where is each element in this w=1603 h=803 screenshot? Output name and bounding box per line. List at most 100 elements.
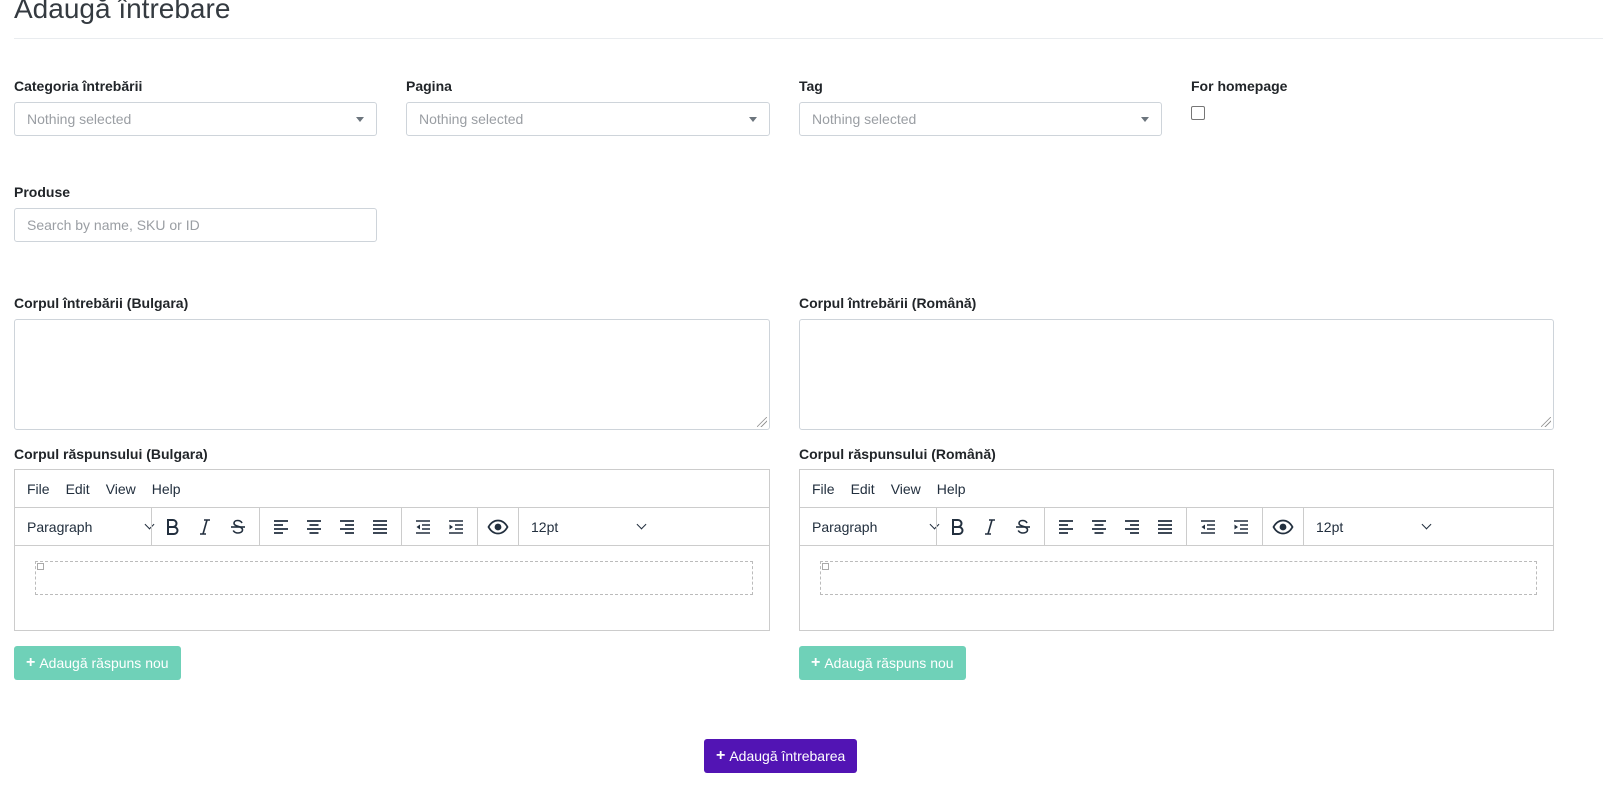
- chevron-down-icon: [929, 519, 940, 530]
- anchor-icon: [822, 563, 829, 570]
- tag-label: Tag: [799, 78, 823, 94]
- eye-icon: [487, 519, 509, 534]
- font-size-select[interactable]: 12pt: [1316, 508, 1432, 545]
- block-format-select[interactable]: Paragraph: [812, 508, 940, 545]
- editor-menubar: File Edit View Help: [800, 470, 1553, 508]
- align-justify-icon: [373, 519, 387, 534]
- bold-button[interactable]: [947, 508, 967, 545]
- editor-placeholder-block: [820, 561, 1537, 595]
- editor-toolbar: Paragraph 12pt: [15, 508, 769, 546]
- strikethrough-button[interactable]: [228, 508, 248, 545]
- menu-view[interactable]: View: [98, 481, 144, 497]
- align-left-button[interactable]: [1056, 508, 1076, 545]
- menu-help[interactable]: Help: [929, 481, 974, 497]
- menu-edit[interactable]: Edit: [58, 481, 98, 497]
- menu-file[interactable]: File: [19, 481, 58, 497]
- italic-icon: [985, 518, 995, 535]
- menu-help[interactable]: Help: [144, 481, 189, 497]
- align-right-button[interactable]: [1122, 508, 1142, 545]
- outdent-icon: [1201, 519, 1215, 534]
- align-center-button[interactable]: [1089, 508, 1109, 545]
- products-search-input[interactable]: Search by name, SKU or ID: [14, 208, 377, 242]
- strikethrough-icon: [1016, 519, 1030, 534]
- block-format-select[interactable]: Paragraph: [27, 508, 155, 545]
- plus-icon: +: [26, 654, 36, 671]
- menu-view[interactable]: View: [883, 481, 929, 497]
- font-size-select[interactable]: 12pt: [531, 508, 647, 545]
- question-ro-label: Corpul întrebării (Română): [799, 295, 977, 311]
- tag-select-value: Nothing selected: [812, 111, 917, 127]
- products-label: Produse: [14, 184, 71, 200]
- plus-icon: +: [716, 747, 726, 764]
- menu-file[interactable]: File: [804, 481, 843, 497]
- bold-icon: [952, 518, 964, 535]
- block-format-value: Paragraph: [812, 518, 878, 535]
- caret-down-icon: [356, 117, 364, 122]
- outdent-icon: [416, 519, 430, 534]
- resize-handle-icon[interactable]: [1541, 417, 1551, 427]
- caret-down-icon: [1141, 117, 1149, 122]
- add-question-button[interactable]: + Adaugă întrebarea: [704, 739, 858, 773]
- page-select[interactable]: Nothing selected: [406, 102, 770, 136]
- chevron-down-icon: [1421, 519, 1432, 530]
- title-divider: [14, 38, 1603, 39]
- align-right-icon: [1125, 519, 1139, 534]
- add-question-label: Adaugă întrebarea: [729, 748, 846, 764]
- align-right-button[interactable]: [337, 508, 357, 545]
- category-select[interactable]: Nothing selected: [14, 102, 377, 136]
- outdent-button[interactable]: [1198, 508, 1218, 545]
- indent-button[interactable]: [446, 508, 466, 545]
- chevron-down-icon: [636, 519, 647, 530]
- answer-ro-editor: File Edit View Help Paragraph 12pt: [799, 469, 1554, 631]
- outdent-button[interactable]: [413, 508, 433, 545]
- page-select-value: Nothing selected: [419, 111, 524, 127]
- anchor-icon: [37, 563, 44, 570]
- italic-button[interactable]: [195, 508, 215, 545]
- align-justify-icon: [1158, 519, 1172, 534]
- align-left-button[interactable]: [271, 508, 291, 545]
- preview-button[interactable]: [487, 508, 509, 545]
- add-answer-bg-label: Adaugă răspuns nou: [39, 655, 169, 671]
- bold-button[interactable]: [162, 508, 182, 545]
- align-left-icon: [274, 519, 288, 534]
- homepage-checkbox[interactable]: [1191, 106, 1205, 120]
- editor-content-area[interactable]: [800, 546, 1553, 630]
- align-justify-button[interactable]: [370, 508, 390, 545]
- answer-bg-label: Corpul răspunsului (Bulgara): [14, 446, 208, 462]
- align-justify-button[interactable]: [1155, 508, 1175, 545]
- editor-placeholder-block: [35, 561, 753, 595]
- category-select-value: Nothing selected: [27, 111, 132, 127]
- question-bg-textarea[interactable]: [14, 319, 770, 430]
- caret-down-icon: [749, 117, 757, 122]
- italic-button[interactable]: [980, 508, 1000, 545]
- add-answer-bg-button[interactable]: + Adaugă răspuns nou: [14, 646, 181, 680]
- indent-icon: [449, 519, 463, 534]
- editor-toolbar: Paragraph 12pt: [800, 508, 1553, 546]
- plus-icon: +: [811, 654, 821, 671]
- align-center-button[interactable]: [304, 508, 324, 545]
- bold-icon: [167, 518, 179, 535]
- answer-bg-editor: File Edit View Help Paragraph 12pt: [14, 469, 770, 631]
- font-size-value: 12pt: [1316, 518, 1344, 535]
- question-bg-label: Corpul întrebării (Bulgara): [14, 295, 189, 311]
- block-format-value: Paragraph: [27, 518, 93, 535]
- tag-select[interactable]: Nothing selected: [799, 102, 1162, 136]
- homepage-label: For homepage: [1191, 78, 1288, 94]
- question-ro-textarea[interactable]: [799, 319, 1554, 430]
- align-right-icon: [340, 519, 354, 534]
- resize-handle-icon[interactable]: [757, 417, 767, 427]
- add-answer-ro-label: Adaugă răspuns nou: [824, 655, 954, 671]
- strikethrough-icon: [231, 519, 245, 534]
- strikethrough-button[interactable]: [1013, 508, 1033, 545]
- align-center-icon: [307, 519, 321, 534]
- italic-icon: [200, 518, 210, 535]
- menu-edit[interactable]: Edit: [843, 481, 883, 497]
- preview-button[interactable]: [1272, 508, 1294, 545]
- answer-ro-label: Corpul răspunsului (Română): [799, 446, 996, 462]
- category-label: Categoria întrebării: [14, 78, 143, 94]
- add-answer-ro-button[interactable]: + Adaugă răspuns nou: [799, 646, 966, 680]
- editor-content-area[interactable]: [15, 546, 769, 630]
- chevron-down-icon: [144, 519, 155, 530]
- indent-button[interactable]: [1231, 508, 1251, 545]
- font-size-value: 12pt: [531, 518, 559, 535]
